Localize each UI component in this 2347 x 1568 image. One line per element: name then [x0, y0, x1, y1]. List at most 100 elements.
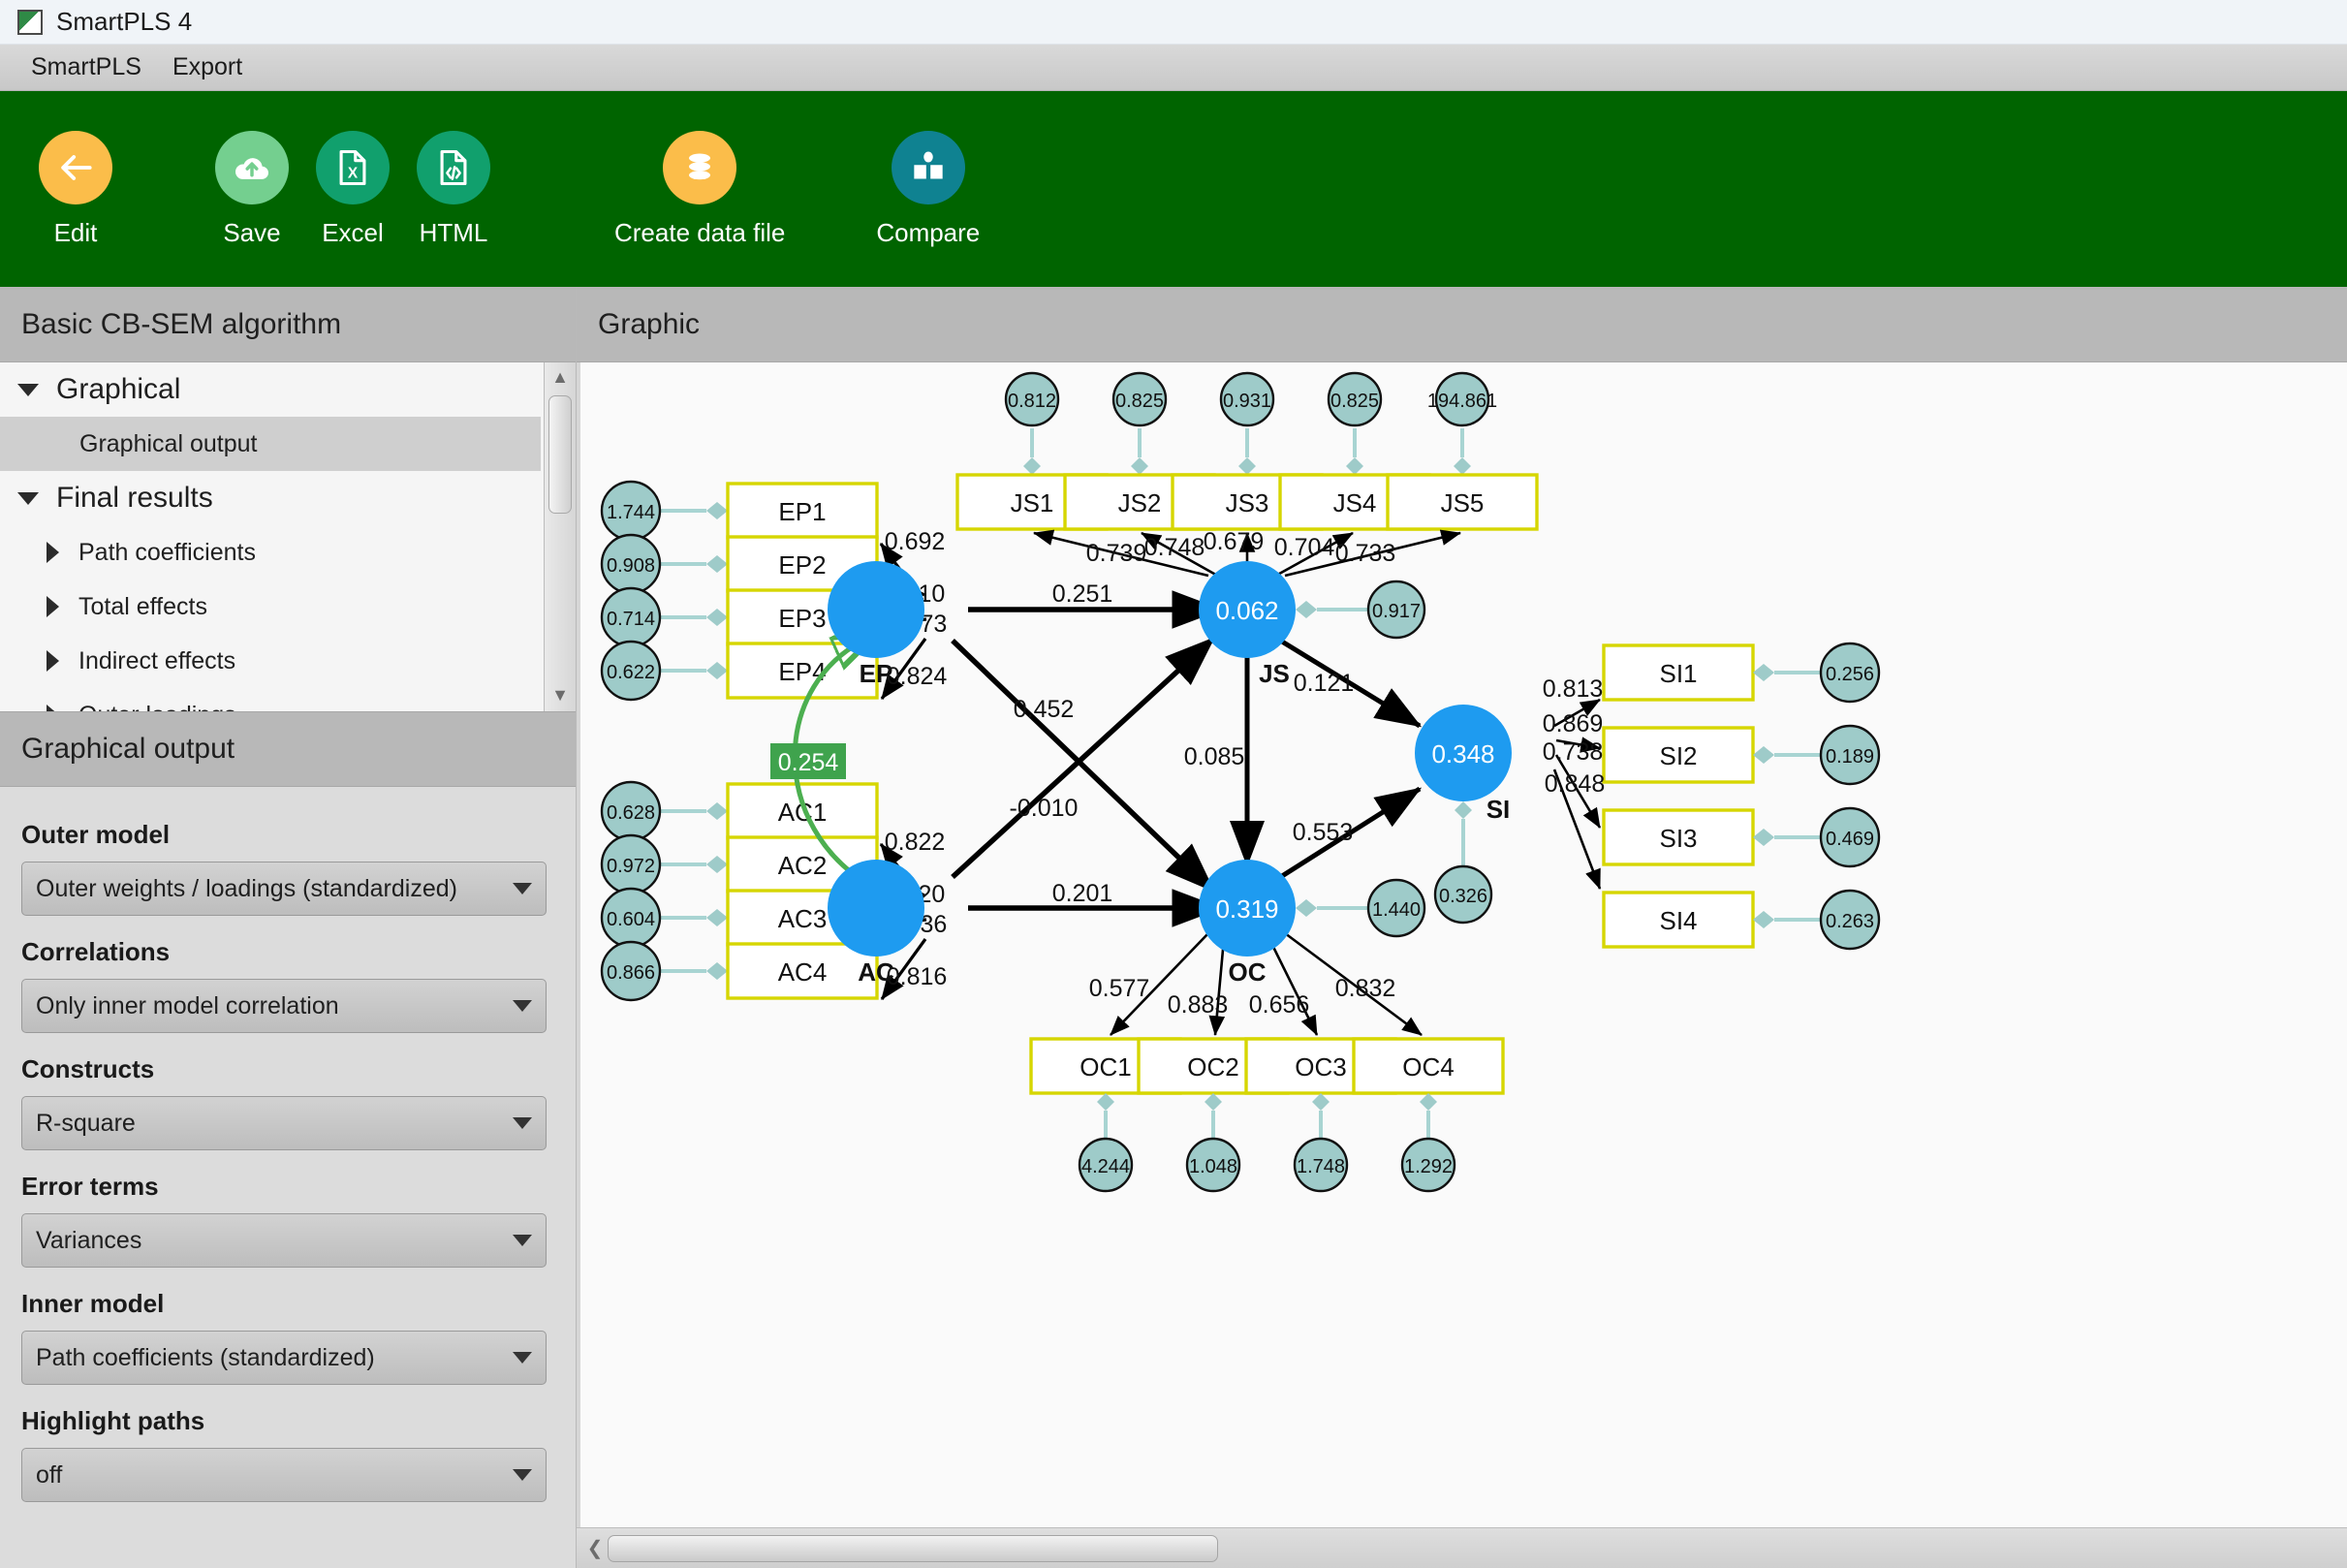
error-value: 194.861	[1427, 391, 1497, 412]
chevron-down-icon[interactable]	[513, 1235, 532, 1246]
path-value-OC-SI: 0.553	[1293, 819, 1354, 846]
correlations-select[interactable]: Only inner model correlation	[21, 979, 547, 1033]
create-data-file-label: Create data file	[614, 217, 786, 247]
indicator-label: JS5	[1441, 488, 1485, 517]
indicator-label: SI1	[1659, 659, 1697, 688]
scrollbar-thumb[interactable]	[548, 395, 572, 514]
inner-model-value: Path coefficients (standardized)	[36, 1343, 375, 1371]
inner-model-label: Inner model	[21, 1289, 165, 1318]
chevron-right-icon[interactable]	[47, 705, 59, 711]
error-value: 0.812	[1008, 391, 1056, 412]
error-value: 0.263	[1826, 911, 1874, 932]
loading-value-SI2: 0.869	[1543, 710, 1604, 737]
tree-item-graphical-output[interactable]: Graphical output	[0, 417, 541, 471]
scroll-up-icon[interactable]: ▲	[545, 362, 576, 392]
database-icon	[663, 130, 737, 204]
constructs-select[interactable]: R-square	[21, 1096, 547, 1150]
save-button[interactable]: Save	[202, 130, 302, 248]
loading-value-JS3: 0.679	[1204, 528, 1265, 555]
compare-button[interactable]: Compare	[862, 130, 993, 248]
scrollbar-thumb[interactable]	[608, 1534, 1218, 1562]
chevron-down-icon[interactable]	[513, 1469, 532, 1481]
edit-button[interactable]: Edit	[25, 130, 126, 248]
tree-item-final-results[interactable]: Final results	[0, 471, 541, 525]
path-value-AC-OC: 0.201	[1052, 880, 1113, 907]
app-icon	[17, 9, 43, 35]
results-tree: Graphical Graphical output Final results…	[0, 362, 576, 711]
highlight-paths-value: off	[36, 1460, 63, 1489]
path-EP-OC	[951, 639, 1215, 893]
error-terms-label: Error terms	[21, 1172, 159, 1201]
outer-model-select[interactable]: Outer weights / loadings (standardized)	[21, 862, 547, 916]
indicator-label: EP2	[778, 550, 826, 580]
loading-value-OC3: 0.656	[1249, 991, 1310, 1019]
indicator-label: AC2	[778, 851, 828, 880]
indicator-label: AC4	[778, 957, 828, 987]
menu-item-smartpls[interactable]: SmartPLS	[16, 49, 157, 85]
scroll-left-icon[interactable]: ❮	[582, 1536, 608, 1560]
tree-item-total-effects[interactable]: Total effects	[0, 580, 541, 634]
indicator-label: JS2	[1118, 488, 1162, 517]
chevron-right-icon[interactable]	[47, 596, 59, 617]
indicator-group-SI3: SI3 0.469	[1602, 806, 1881, 868]
tree-vertical-scrollbar[interactable]: ▲ ▼	[544, 362, 576, 711]
chevron-right-icon[interactable]	[47, 650, 59, 672]
menu-item-export[interactable]: Export	[157, 49, 258, 85]
loading-arrow-OC3	[1267, 938, 1319, 1036]
constructs-label: Constructs	[21, 1054, 155, 1083]
save-button-label: Save	[223, 217, 281, 247]
indicator-label: EP1	[778, 497, 826, 526]
indicator-group-AC1: 0.628 AC1	[600, 780, 879, 842]
loading-value-AC1: 0.822	[885, 829, 946, 856]
chevron-down-icon[interactable]	[17, 491, 39, 505]
loading-arrow-OC2	[1208, 938, 1226, 1037]
tree-item-graphical[interactable]: Graphical	[0, 362, 541, 417]
chevron-down-icon[interactable]	[513, 883, 532, 894]
indicator-label: OC1	[1080, 1052, 1131, 1082]
diagram-canvas[interactable]: 1.744 EP1 0.908 EP2 0.714 EP3 0.622 EP4 …	[577, 362, 2347, 1527]
tree-item-indirect-effects[interactable]: Indirect effects	[0, 634, 541, 688]
tree-item-outer-loadings[interactable]: Outer loadings	[0, 688, 541, 711]
loading-value-SI1: 0.813	[1543, 675, 1604, 703]
menu-bar: SmartPLS Export	[0, 45, 2347, 91]
loading-value-JS1: 0.739	[1086, 540, 1147, 567]
chevron-down-icon[interactable]	[513, 1117, 532, 1129]
tree-item-label: Total effects	[78, 592, 207, 620]
highlight-paths-select[interactable]: off	[21, 1448, 547, 1502]
construct-label-EP: EP	[860, 659, 893, 688]
highlight-paths-label: Highlight paths	[21, 1406, 205, 1435]
scroll-down-icon[interactable]: ▼	[545, 680, 576, 709]
excel-button[interactable]: X Excel	[302, 130, 403, 248]
constructs-value: R-square	[36, 1109, 136, 1137]
error-terms-value: Variances	[36, 1226, 142, 1254]
tree-item-path-coefficients[interactable]: Path coefficients	[0, 525, 541, 580]
error-value: 4.244	[1081, 1156, 1130, 1177]
create-data-file-button[interactable]: Create data file	[601, 130, 798, 248]
title-bar: SmartPLS 4	[0, 0, 2347, 45]
loading-value-SI3: 0.738	[1543, 738, 1604, 766]
loading-value-AC4: 0.816	[887, 963, 948, 990]
error-value: 0.622	[607, 662, 655, 683]
chevron-down-icon[interactable]	[513, 1352, 532, 1364]
chevron-right-icon[interactable]	[47, 542, 59, 563]
construct-SI[interactable]: 0.348 SI 0.326	[1415, 705, 1512, 925]
loading-value-OC4: 0.832	[1335, 975, 1396, 1002]
inner-model-select[interactable]: Path coefficients (standardized)	[21, 1331, 547, 1385]
indicator-label: OC3	[1295, 1052, 1346, 1082]
construct-OC[interactable]: 0.319 OC 1.440	[1199, 860, 1426, 987]
chevron-down-icon[interactable]	[17, 383, 39, 396]
indicator-label: SI3	[1659, 824, 1697, 853]
indicator-label: EP3	[778, 604, 826, 633]
chevron-down-icon[interactable]	[513, 1000, 532, 1012]
path-model-svg: 1.744 EP1 0.908 EP2 0.714 EP3 0.622 EP4 …	[600, 371, 1881, 1193]
edit-button-label: Edit	[53, 217, 98, 247]
error-terms-select[interactable]: Variances	[21, 1213, 547, 1268]
correlation-value: 0.254	[778, 749, 839, 776]
indicator-group-AC4: 0.866 AC4	[600, 940, 879, 1002]
html-button-label: HTML	[419, 217, 488, 247]
canvas-horizontal-scrollbar[interactable]: ❮	[577, 1527, 2347, 1568]
indicator-group-SI1: SI1 0.256	[1602, 642, 1881, 704]
html-button[interactable]: HTML	[403, 130, 504, 248]
error-value: 1.048	[1189, 1156, 1237, 1177]
indicator-label: JS3	[1226, 488, 1269, 517]
